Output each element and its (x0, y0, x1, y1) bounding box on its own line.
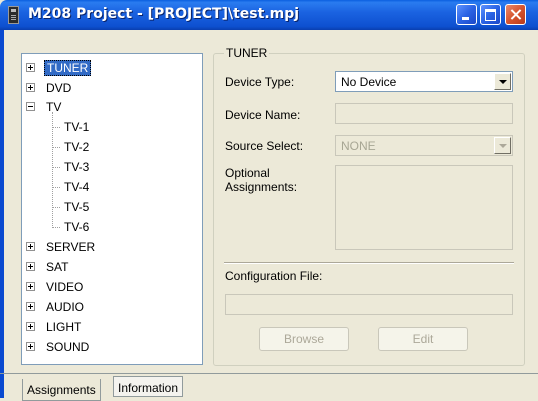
collapse-icon[interactable] (26, 102, 35, 111)
source-select-value: NONE (341, 139, 376, 153)
device-type-select[interactable]: No Device (335, 71, 513, 92)
edit-button: Edit (378, 327, 468, 351)
tree-line (52, 227, 60, 228)
source-select-label: Source Select: (225, 139, 304, 153)
expand-icon[interactable] (26, 242, 35, 251)
expand-icon[interactable] (26, 342, 35, 351)
tree-item-label[interactable]: TV-3 (64, 159, 89, 175)
tree-item-label[interactable]: VIDEO (44, 279, 85, 295)
chevron-down-icon (494, 137, 511, 154)
tree-item-label[interactable]: TV-5 (64, 199, 89, 215)
tree-item-label[interactable]: SERVER (44, 239, 97, 255)
tree-item-video[interactable]: VIDEO (22, 279, 202, 295)
tree-item-dvd[interactable]: DVD (22, 80, 202, 96)
chevron-down-icon[interactable] (494, 73, 511, 90)
optional-assignments-label: Optional Assignments: (225, 166, 297, 194)
tree-item-tv-5[interactable]: TV-5 (22, 199, 202, 215)
groupbox-title: TUNER (224, 46, 270, 60)
expand-icon[interactable] (26, 63, 35, 72)
config-file-label: Configuration File: (225, 269, 323, 283)
tree-item-label[interactable]: SOUND (44, 339, 91, 355)
tab-strip (0, 373, 538, 374)
expand-icon[interactable] (26, 83, 35, 92)
app-icon[interactable] (8, 6, 19, 24)
device-tree[interactable]: TUNER DVD TV TV-1 TV-2 TV-3 TV-4 TV-5 TV… (21, 53, 203, 365)
tree-line (52, 167, 60, 168)
tree-item-light[interactable]: LIGHT (22, 319, 202, 335)
tree-item-label[interactable]: TV-6 (64, 219, 89, 235)
window-frame (0, 30, 4, 398)
expand-icon[interactable] (26, 322, 35, 331)
tree-item-tv[interactable]: TV (22, 99, 202, 115)
window-title: M208 Project - [PROJECT]\test.mpj (28, 6, 300, 22)
device-type-value: No Device (341, 75, 397, 89)
optional-assignments-field (335, 165, 513, 250)
tree-item-label[interactable]: SAT (44, 259, 70, 275)
expand-icon[interactable] (26, 282, 35, 291)
tree-line (52, 207, 60, 208)
tree-item-tv-4[interactable]: TV-4 (22, 179, 202, 195)
tree-item-label[interactable]: LIGHT (44, 319, 83, 335)
close-button[interactable] (505, 4, 526, 25)
tree-item-tv-2[interactable]: TV-2 (22, 139, 202, 155)
separator (224, 262, 514, 264)
tree-item-label[interactable]: TUNER (44, 60, 92, 76)
tree-item-label[interactable]: TV-4 (64, 179, 89, 195)
optional-label-line1: Optional (225, 166, 270, 180)
tree-item-sound[interactable]: SOUND (22, 339, 202, 355)
tree-item-label[interactable]: DVD (44, 80, 73, 96)
maximize-button[interactable] (480, 4, 501, 25)
tree-item-label[interactable]: TV-2 (64, 139, 89, 155)
config-file-field (225, 294, 513, 315)
device-name-label: Device Name: (225, 108, 301, 122)
tree-line (52, 147, 60, 148)
minimize-button[interactable] (456, 4, 477, 25)
tree-item-audio[interactable]: AUDIO (22, 299, 202, 315)
tree-item-tv-3[interactable]: TV-3 (22, 159, 202, 175)
tree-item-label[interactable]: AUDIO (44, 299, 86, 315)
tree-item-tv-6[interactable]: TV-6 (22, 219, 202, 235)
device-type-label: Device Type: (225, 75, 295, 89)
tree-item-server[interactable]: SERVER (22, 239, 202, 255)
expand-icon[interactable] (26, 262, 35, 271)
tree-item-label[interactable]: TV (44, 99, 63, 115)
source-select: NONE (335, 135, 513, 156)
tab-information[interactable]: Information (113, 376, 184, 397)
tree-line (52, 127, 60, 128)
title-bar[interactable]: M208 Project - [PROJECT]\test.mpj (0, 0, 538, 30)
tree-item-label[interactable]: TV-1 (64, 119, 89, 135)
device-name-field (335, 103, 513, 124)
tree-item-tv-1[interactable]: TV-1 (22, 119, 202, 135)
browse-button: Browse (259, 327, 349, 351)
tree-item-sat[interactable]: SAT (22, 259, 202, 275)
optional-label-line2: Assignments: (225, 180, 298, 194)
tree-line (52, 187, 60, 188)
expand-icon[interactable] (26, 302, 35, 311)
tree-item-tuner[interactable]: TUNER (22, 60, 202, 76)
